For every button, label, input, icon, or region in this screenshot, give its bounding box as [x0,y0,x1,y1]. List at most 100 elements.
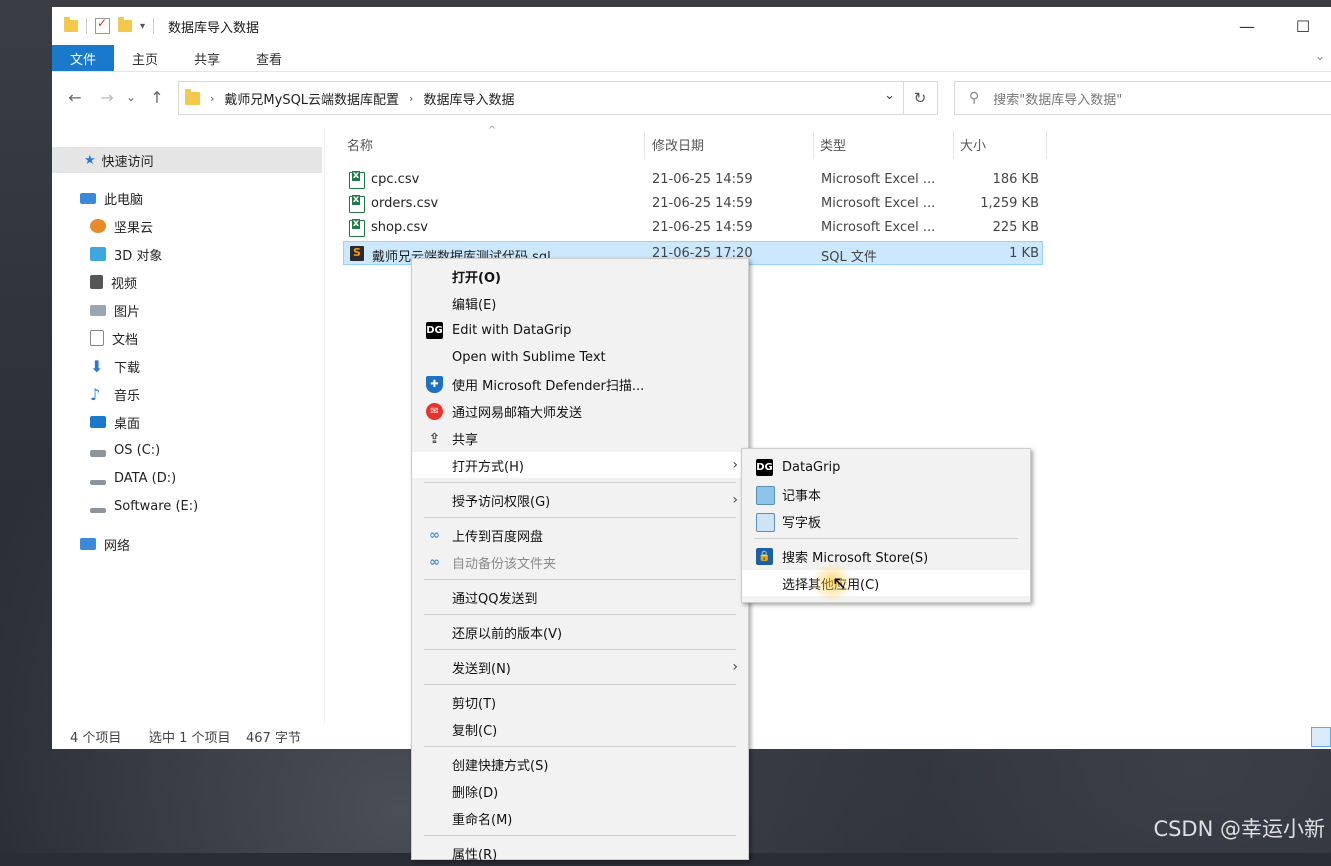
network-icon [80,538,96,550]
breadcrumb-item[interactable]: 数据库导入数据 [423,89,514,108]
nav-item-label: 文档 [112,332,139,348]
details-view-button[interactable] [1311,727,1331,747]
nav-item-label: 3D 对象 [114,248,163,264]
menu-item-send-to[interactable]: 发送到(N) › [412,654,748,680]
nav-item-label: 音乐 [114,388,141,404]
tab-view[interactable]: 查看 [238,45,300,71]
menu-item-open[interactable]: 打开(O) [412,263,748,289]
menu-item-copy[interactable]: 复制(C) [412,716,748,742]
drive-icon [90,479,106,485]
menu-item-edit[interactable]: 编辑(E) [412,290,748,316]
submenu-item-notepad[interactable]: 记事本 [742,481,1030,507]
nav-item-this-pc[interactable]: 此电脑 [52,185,350,211]
file-size: 1 KB [1009,246,1039,261]
back-arrow-icon[interactable]: ← [64,88,86,107]
refresh-button[interactable]: ↻ [903,81,938,115]
expand-ribbon-icon[interactable]: ⌄ [1315,49,1325,63]
nav-item-videos[interactable]: 视频 [52,269,360,295]
pane-splitter[interactable] [324,128,325,723]
nav-item-pictures[interactable]: 图片 [52,297,360,323]
menu-item-properties[interactable]: 属性(R) [412,840,748,866]
properties-icon[interactable] [95,16,110,34]
nav-item-nutstore[interactable]: 坚果云 [52,213,360,239]
column-header-type[interactable]: 类型 [820,130,846,158]
nav-item-documents[interactable]: 文档 [52,325,360,351]
menu-item-open-with-sublime[interactable]: Open with Sublime Text [412,344,748,370]
breadcrumb-separator-icon[interactable]: › [210,92,214,105]
share-icon: ⇪ [428,430,441,447]
nav-item-downloads[interactable]: ⬇ 下载 [52,353,360,379]
nav-item-quick-access[interactable]: ★ 快速访问 [52,147,322,173]
nav-item-data-d[interactable]: DATA (D:) [52,465,360,491]
column-divider[interactable] [1046,131,1047,159]
tab-home[interactable]: 主页 [114,45,176,71]
column-header-name[interactable]: 名称 [347,130,373,158]
forward-arrow-icon[interactable]: → [96,88,118,107]
menu-item-label: DataGrip [782,459,841,475]
column-header-date[interactable]: 修改日期 [652,130,704,158]
file-type: Microsoft Excel ... [821,172,936,187]
new-folder-icon[interactable] [118,17,132,32]
nav-item-os-c[interactable]: OS (C:) [52,437,360,463]
nav-item-software-e[interactable]: Software (E:) [52,493,360,519]
menu-item-rename[interactable]: 重命名(M) [412,805,748,831]
menu-item-restore-versions[interactable]: 还原以前的版本(V) [412,619,748,645]
minimize-button[interactable]: — [1219,7,1275,45]
column-divider[interactable] [953,131,954,159]
column-divider[interactable] [644,131,645,159]
submenu-item-choose-app[interactable]: 选择其他应用(C) [742,570,1030,596]
nav-item-label: 图片 [114,304,141,320]
menu-item-open-with[interactable]: 打开方式(H) › [412,452,748,478]
ribbon-tabs: 文件 主页 共享 查看 ⌄ [52,45,1331,72]
breadcrumb-separator-icon[interactable]: › [409,92,413,105]
menu-item-baidu-upload[interactable]: ∞ 上传到百度网盘 [412,522,748,548]
nav-item-3d-objects[interactable]: 3D 对象 [52,241,360,267]
submenu-item-wordpad[interactable]: 写字板 [742,508,1030,534]
status-selection: 选中 1 个项目 [149,731,231,746]
menu-item-delete[interactable]: 删除(D) [412,778,748,804]
drive-icon [90,449,106,457]
file-row[interactable]: orders.csv 21-06-25 14:59 Microsoft Exce… [343,192,1043,216]
nav-item-network[interactable]: 网络 [52,531,350,557]
tab-file[interactable]: 文件 [52,45,115,71]
nav-item-music[interactable]: ♪ 音乐 [52,381,360,407]
menu-item-label: 剪切(T) [452,696,497,712]
recent-locations-icon[interactable]: ⌄ [120,90,142,104]
menu-item-create-shortcut[interactable]: 创建快捷方式(S) [412,751,748,777]
menu-item-cut[interactable]: 剪切(T) [412,689,748,715]
file-type: Microsoft Excel ... [821,220,936,235]
submenu-item-microsoft-store[interactable]: 🔒 搜索 Microsoft Store(S) [742,543,1030,569]
menu-item-grant-access[interactable]: 授予访问权限(G) › [412,487,748,513]
up-arrow-icon[interactable]: ↑ [146,88,168,107]
menu-item-auto-backup[interactable]: ∞ 自动备份该文件夹 [412,549,748,575]
customize-toolbar-icon[interactable]: ▾ [140,21,145,32]
menu-separator [424,614,736,615]
menu-item-label: 通过QQ发送到 [452,591,538,607]
folder-icon [185,88,200,105]
search-input[interactable]: ⚲ 搜索"数据库导入数据" [954,81,1331,115]
baidu-netdisk-icon: ∞ [429,528,440,543]
maximize-button[interactable]: ☐ [1275,7,1331,45]
mouse-cursor-icon: ↖ [832,573,848,594]
menu-item-send-via-qq[interactable]: 通过QQ发送到 [412,584,748,610]
column-divider[interactable] [813,131,814,159]
file-row[interactable]: shop.csv 21-06-25 14:59 Microsoft Excel … [343,216,1043,240]
address-bar[interactable]: › 戴师兄MySQL云端数据库配置 › 数据库导入数据 ⌄ [178,81,904,115]
breadcrumb-item[interactable]: 戴师兄MySQL云端数据库配置 [224,89,399,108]
submenu-item-datagrip[interactable]: DG DataGrip [742,454,1030,480]
tab-share[interactable]: 共享 [176,45,238,71]
3d-objects-icon [90,247,106,261]
menu-item-share[interactable]: ⇪ 共享 [412,425,748,451]
menu-item-defender-scan[interactable]: ✚ 使用 Microsoft Defender扫描... [412,371,748,397]
pictures-icon [90,304,106,316]
nav-item-desktop[interactable]: 桌面 [52,409,360,435]
file-row[interactable]: cpc.csv 21-06-25 14:59 Microsoft Excel .… [343,168,1043,192]
column-header-size[interactable]: 大小 [960,130,986,158]
menu-item-edit-with-datagrip[interactable]: DG Edit with DataGrip [412,317,748,343]
search-placeholder: 搜索"数据库导入数据" [993,92,1123,108]
menu-item-label: 打开(O) [452,270,501,286]
excel-icon [349,171,365,189]
datagrip-icon: DG [756,459,773,476]
chevron-down-icon[interactable]: ⌄ [884,88,895,103]
menu-item-netease-mail[interactable]: ✉ 通过网易邮箱大师发送 [412,398,748,424]
